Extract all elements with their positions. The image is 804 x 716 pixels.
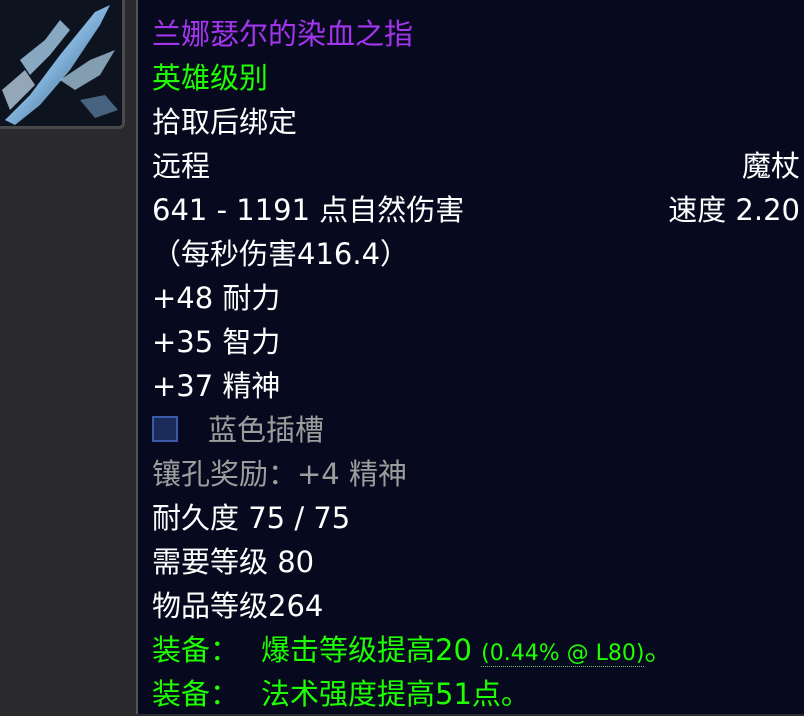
- item-tooltip: 兰娜瑟尔的染血之指 英雄级别 拾取后绑定 远程 魔杖 641 - 1191 点自…: [136, 0, 804, 714]
- socket-row: 蓝色插槽: [152, 408, 804, 452]
- item-speed: 速度 2.20: [668, 193, 800, 227]
- bind-type: 拾取后绑定: [152, 105, 298, 139]
- damage-row: 641 - 1191 点自然伤害 速度 2.20: [152, 188, 804, 232]
- blue-socket-icon: [152, 416, 178, 442]
- equip-end: 。: [644, 633, 674, 667]
- item-damage: 641 - 1191 点自然伤害: [152, 193, 465, 227]
- item-type: 魔杖: [741, 149, 800, 183]
- equip-text: 爆击等级提高20: [261, 633, 472, 667]
- stat-spirit: +37 精神: [152, 369, 281, 403]
- item-quality: 英雄级别: [152, 61, 269, 95]
- item-name: 兰娜瑟尔的染血之指: [152, 17, 414, 51]
- stat-stamina: +48 耐力: [152, 281, 281, 315]
- slot-row: 远程 魔杖: [152, 144, 804, 188]
- equip-effect-crit: 装备： 爆击等级提高20 (0.44% @ L80)。: [152, 628, 804, 672]
- socket-label: 蓝色插槽: [208, 413, 325, 447]
- socket-bonus: 镶孔奖励：+4 精神: [152, 457, 407, 491]
- equip-text: 法术强度提高51点。: [261, 677, 530, 711]
- equip-label: 装备：: [152, 677, 240, 711]
- crit-percent-link[interactable]: (0.44% @ L80): [481, 641, 645, 667]
- equip-effect-spellpower: 装备： 法术强度提高51点。: [152, 672, 804, 716]
- durability: 耐久度 75 / 75: [152, 501, 351, 535]
- item-dps: （每秒伤害416.4）: [152, 237, 410, 271]
- wand-icon: [0, 0, 122, 126]
- item-slot: 远程: [152, 149, 211, 183]
- item-icon: [0, 0, 125, 129]
- required-level: 需要等级 80: [152, 545, 315, 579]
- equip-label: 装备：: [152, 633, 240, 667]
- item-level: 物品等级264: [152, 589, 324, 623]
- stat-intellect: +35 智力: [152, 325, 281, 359]
